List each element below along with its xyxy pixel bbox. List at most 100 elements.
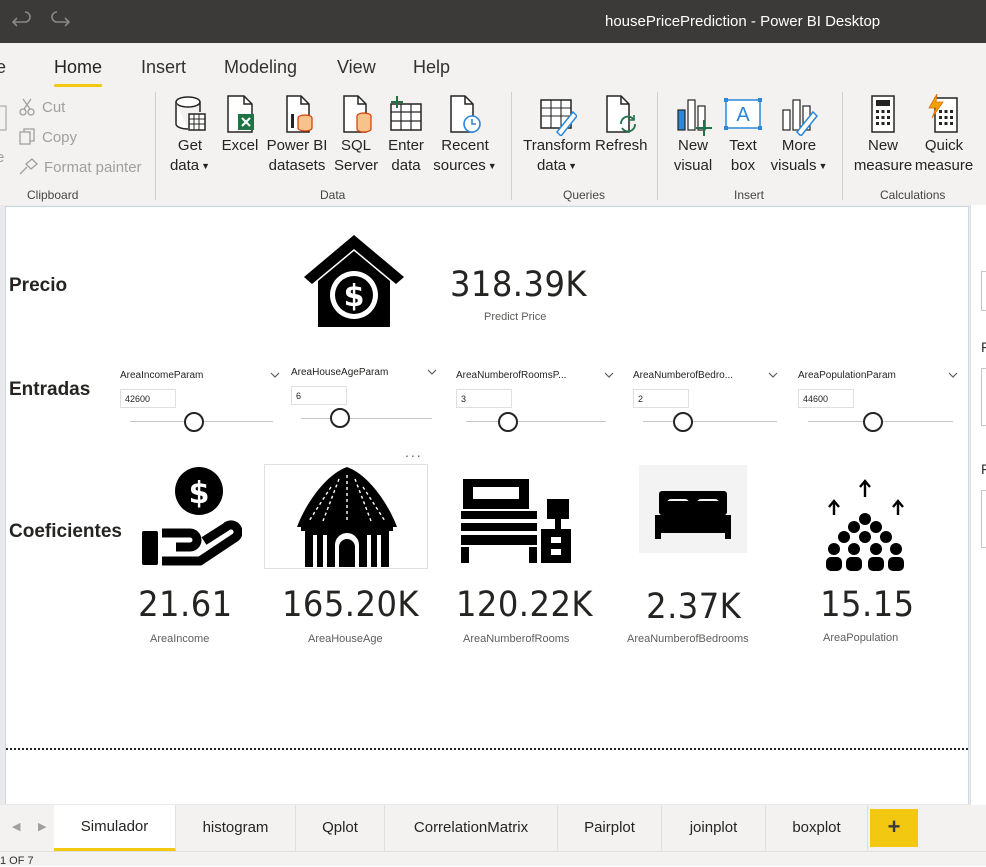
tab-view[interactable]: View [337,57,376,78]
bed-icon-frame[interactable] [639,465,747,553]
page-tab-boxplot[interactable]: boxplot [766,805,868,851]
transform-data-label-1: Transform [523,137,591,154]
chevron-down-icon[interactable] [270,370,280,380]
cut-button[interactable]: Cut [18,98,65,116]
copy-button[interactable]: Copy [18,128,77,146]
chevron-down-icon[interactable] [427,367,437,377]
slider-thumb[interactable] [863,412,884,432]
prev-page-icon[interactable]: ◀ [12,820,20,833]
add-page-button[interactable]: + [870,809,918,847]
hut-icon-frame[interactable] [264,464,428,569]
format-painter-button[interactable]: Format painter [18,158,142,176]
section-label-coeficientes: Coeficientes [9,521,122,542]
right-pane-collapsed[interactable]: F F [970,205,986,805]
page-tab-simulador[interactable]: Simulador [54,805,176,851]
page-tab-pairplot[interactable]: Pairplot [558,805,662,851]
queries-group-label: Queries [563,188,606,202]
coef-area-population-value: 15.15 [820,585,915,625]
cut-label: Cut [42,98,66,116]
redo-icon[interactable] [48,10,72,34]
pane-field-box[interactable] [981,368,986,426]
menu-bar: e Home Insert Modeling View Help [0,43,986,88]
text-box-button[interactable]: A Text box [722,94,764,176]
ribbon: e Cut Copy Format painter Clipboard Get … [0,88,986,205]
slicer-value-input[interactable]: 3 [456,389,512,408]
svg-text:$: $ [344,279,365,314]
page-tab-joinplot[interactable]: joinplot [662,805,766,851]
status-bar: 1 OF 7 [0,851,986,867]
recent-sources-button[interactable]: Recent sources ▼ [432,94,498,176]
chevron-down-icon[interactable] [768,370,778,380]
chevron-down-icon: ▼ [818,161,828,172]
format-painter-label: Format painter [44,158,142,176]
excel-button[interactable]: Excel [220,94,260,156]
report-page[interactable]: Precio Entradas Coeficientes $ 318.39K P… [5,206,969,804]
chevron-down-icon: ▼ [568,161,578,172]
slicer-area-population[interactable]: AreaPopulationParam 44600 [798,370,958,440]
house-dollar-icon[interactable]: $ [302,231,406,327]
quick-measure-label-1: Quick [924,137,964,154]
new-visual-label-2: visual [673,157,713,174]
slicer-value-input[interactable]: 2 [633,389,689,408]
excel-icon [227,95,254,133]
get-data-label-2: data [169,157,200,174]
insert-group-label: Insert [734,188,765,202]
more-options-icon[interactable]: ... [405,444,423,460]
copy-icon [19,128,35,145]
clipboard-group-label: Clipboard [27,188,79,202]
ribbon-separator [155,92,156,200]
slider-thumb[interactable] [184,412,205,432]
next-page-icon[interactable]: ▶ [38,820,46,833]
sql-server-label-1: SQL [340,137,371,154]
chevron-down-icon[interactable] [948,370,958,380]
calculator-icon [871,95,895,133]
population-icon[interactable] [820,479,910,571]
page-tab-histogram[interactable]: histogram [176,805,296,851]
slicer-area-income[interactable]: AreaIncomeParam 42600 [120,370,280,440]
get-data-label-1: Get [177,137,203,154]
furniture-rooms-icon[interactable] [459,477,571,565]
slicer-area-rooms[interactable]: AreaNumberofRoomsP... 3 [456,370,616,440]
slider-track[interactable] [301,418,432,419]
income-hand-icon[interactable]: $ [138,465,242,567]
slider-thumb[interactable] [673,412,694,432]
new-visual-button[interactable]: New visual [671,94,715,176]
sql-server-button[interactable]: SQL Server [334,94,378,176]
refresh-icon [606,95,636,133]
paste-label: e [0,149,5,166]
tab-modeling[interactable]: Modeling [224,57,297,78]
undo-icon[interactable] [10,10,34,34]
slider-track[interactable] [466,421,606,422]
get-data-button[interactable]: Get data ▼ [166,94,214,176]
tab-insert[interactable]: Insert [141,57,186,78]
pane-field-box[interactable] [981,271,986,311]
slider-track[interactable] [643,421,777,422]
slicer-value-input[interactable]: 42600 [120,389,176,408]
refresh-label: Refresh [595,137,648,154]
tab-home[interactable]: Home [54,57,102,78]
pane-field-box[interactable] [981,490,986,548]
new-measure-button[interactable]: New measure [853,94,913,176]
paste-button[interactable]: e [0,102,8,166]
transform-data-button[interactable]: Transform data ▼ [522,94,592,176]
slider-thumb[interactable] [498,412,518,432]
chevron-down-icon: ▼ [487,161,497,172]
tab-help[interactable]: Help [413,57,450,78]
refresh-button[interactable]: Refresh [595,94,648,156]
enter-data-label-2: data [391,157,421,174]
page-tab-qplot[interactable]: Qplot [296,805,385,851]
slicer-value-input[interactable]: 44600 [798,389,854,408]
quick-measure-button[interactable]: Quick measure [914,94,974,176]
power-bi-datasets-button[interactable]: Power BI datasets [265,94,329,176]
more-visuals-button[interactable]: More visuals ▼ [768,94,830,176]
slider-thumb[interactable] [330,408,351,428]
slicer-value-input[interactable]: 6 [291,386,347,405]
chevron-down-icon[interactable] [604,370,614,380]
enter-data-label-1: Enter [388,137,424,154]
slicer-area-bedrooms[interactable]: AreaNumberofBedro... 2 [633,370,793,440]
power-bi-datasets-label-2: datasets [268,157,326,174]
slicer-area-house-age[interactable]: AreaHouseAgeParam 6 [291,367,451,437]
tab-file[interactable]: e [0,57,6,78]
page-tab-correlation-matrix[interactable]: CorrelationMatrix [385,805,558,851]
enter-data-button[interactable]: Enter data [384,94,428,176]
